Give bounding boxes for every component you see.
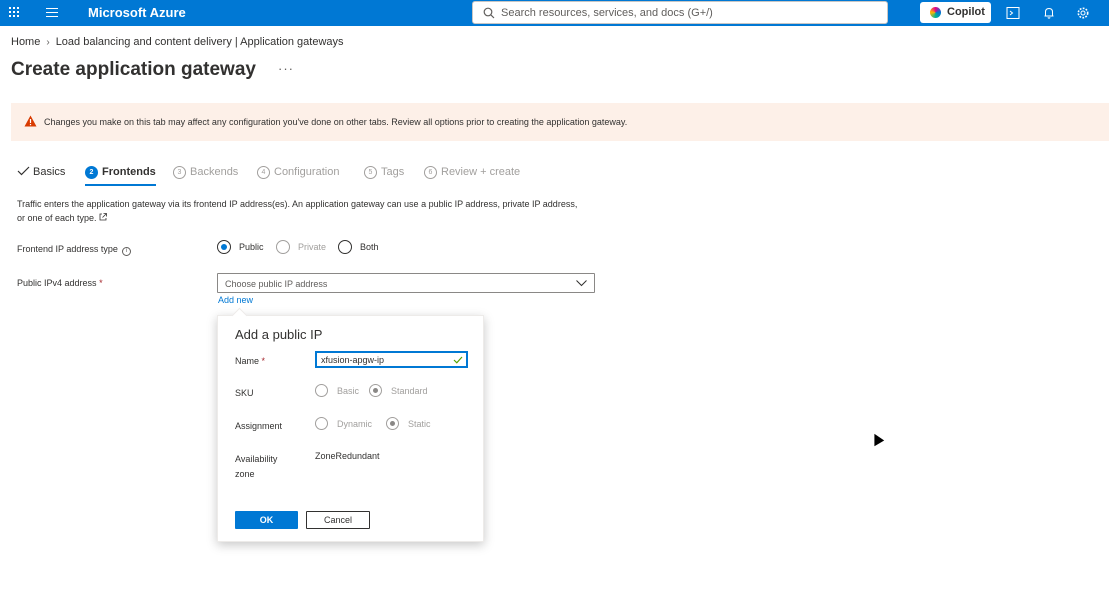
dialog-title: Add a public IP [235, 327, 323, 342]
name-label-text: Name [235, 356, 260, 366]
waffle-icon[interactable] [9, 7, 20, 18]
dropdown-value: Choose public IP address [225, 279, 328, 289]
checkmark-icon [17, 166, 30, 176]
warning-message: Changes you make on this tab may affect … [44, 117, 628, 127]
portal-brand[interactable]: Microsoft Azure [88, 5, 186, 20]
radio-label: Public [239, 242, 264, 252]
radio-label: Static [408, 419, 431, 429]
name-field[interactable] [315, 351, 468, 368]
copilot-button[interactable]: Copilot [920, 2, 991, 23]
assignment-label: Assignment [235, 421, 283, 431]
tab-tags[interactable]: 5 Tags [364, 164, 404, 186]
tab-label: Basics [33, 166, 66, 178]
check-icon [453, 356, 463, 364]
step-number: 5 [364, 166, 377, 179]
step-number: 4 [257, 166, 270, 179]
breadcrumb: Home › Load balancing and content delivery… [11, 36, 344, 48]
tab-label: Configuration [274, 166, 340, 178]
radio-label: Both [360, 242, 379, 252]
search-input[interactable] [501, 5, 881, 20]
callout-beak [231, 307, 248, 324]
radio-label: Standard [391, 386, 428, 396]
radio-label: Private [298, 242, 327, 252]
required-marker: * [99, 278, 103, 288]
tab-review-create[interactable]: 6 Review + create [424, 164, 520, 186]
add-new-link[interactable]: Add new [218, 295, 253, 305]
radio-circle [369, 384, 382, 397]
name-label: Name * [235, 354, 265, 369]
frontends-description: Traffic enters the application gateway v… [17, 197, 587, 225]
warning-icon [24, 115, 37, 127]
ip-type-label: Frontend IP address type i [17, 244, 131, 256]
zone-label-line2: zone [235, 469, 255, 479]
tab-label: Review + create [441, 166, 521, 178]
tab-configuration[interactable]: 4 Configuration [257, 164, 339, 186]
radio-label: Basic [337, 386, 360, 396]
cancel-button[interactable]: Cancel [306, 511, 370, 529]
ok-button[interactable]: OK [235, 511, 298, 529]
wizard-tabs: Basics 2 Frontends 3 Backends 4 Configurati… [0, 164, 600, 186]
copilot-label: Copilot [947, 6, 985, 18]
breadcrumb-current[interactable]: Load balancing and content delivery | Ap… [56, 36, 344, 48]
radio-circle [338, 240, 352, 254]
name-input[interactable] [321, 354, 449, 366]
radio-circle [315, 417, 328, 430]
tab-label: Frontends [102, 166, 156, 178]
sku-label: SKU [235, 388, 254, 398]
global-search[interactable] [472, 1, 888, 24]
more-options-button[interactable]: ··· [278, 61, 294, 76]
ip-type-label-text: Frontend IP address type [17, 244, 118, 254]
radio-circle [217, 240, 231, 254]
radio-label: Dynamic [337, 419, 373, 429]
tab-backends[interactable]: 3 Backends [173, 164, 238, 186]
bell-icon[interactable] [1042, 6, 1056, 20]
step-number: 6 [424, 166, 437, 179]
zone-label-line1: Availability [235, 454, 278, 464]
info-icon[interactable]: i [121, 247, 131, 256]
chevron-right-icon: › [46, 37, 50, 48]
gear-icon[interactable] [1076, 6, 1090, 20]
required-marker: * [261, 356, 266, 366]
public-ipv4-label: Public IPv4 address * [17, 278, 103, 288]
mouse-cursor-icon [873, 432, 886, 448]
radio-circle [315, 384, 328, 397]
tab-basics[interactable]: Basics [17, 164, 65, 186]
tab-label: Tags [381, 166, 405, 178]
copilot-icon [930, 7, 941, 18]
warning-banner: Changes you make on this tab may affect … [11, 103, 1109, 141]
search-icon [483, 7, 495, 19]
breadcrumb-home[interactable]: Home [11, 36, 40, 48]
availability-zone-label: Availability zone [235, 452, 277, 482]
public-ip-dropdown[interactable]: Choose public IP address [217, 273, 595, 293]
top-bar: Microsoft Azure Copilot [0, 0, 1109, 26]
radio-circle [386, 417, 399, 430]
add-public-ip-callout: Add a public IP Name * SKU Basic Standar… [217, 307, 484, 542]
radio-circle [276, 240, 290, 254]
cloud-shell-icon[interactable] [1006, 6, 1020, 20]
public-ipv4-label-text: Public IPv4 address [17, 278, 97, 288]
chevron-down-icon [576, 280, 587, 287]
tab-label: Backends [190, 166, 239, 178]
step-number: 2 [85, 166, 98, 179]
step-number: 3 [173, 166, 186, 179]
external-link-icon[interactable] [99, 213, 107, 221]
menu-icon[interactable] [46, 8, 58, 17]
page-title: Create application gateway [11, 59, 256, 80]
availability-zone-value: ZoneRedundant [315, 451, 380, 461]
tab-frontends[interactable]: 2 Frontends [85, 164, 156, 186]
